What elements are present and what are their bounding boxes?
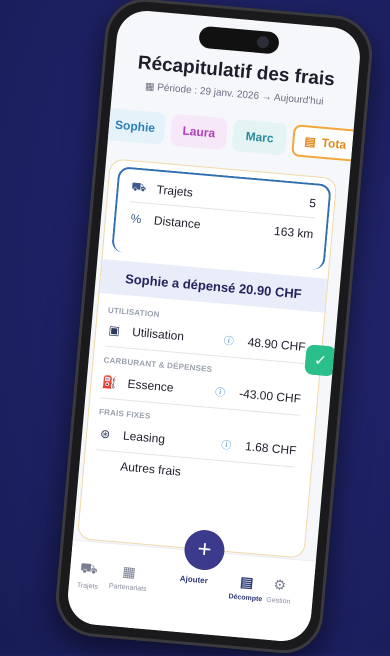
section-fuel: CARBURANT & DÉPENSES xyxy=(103,355,213,374)
distance-value: 163 km xyxy=(273,223,314,242)
summary-card: ⛟ Trajets 5 % Distance 163 km Sophie a d… xyxy=(76,158,338,559)
camera-icon xyxy=(256,35,270,49)
item-utilisation-amount: 48.90 CHF xyxy=(247,334,307,354)
item-utilisation-label: Utilisation xyxy=(131,324,185,343)
percent-icon: % xyxy=(130,211,142,227)
nav-gestion[interactable]: ⚙ Gestion xyxy=(266,576,292,606)
item-leasing-label: Leasing xyxy=(122,428,166,446)
generic-icon xyxy=(95,464,111,465)
calendar-icon: ▦ xyxy=(121,562,137,581)
header: Récapitulatif des frais ▦ Période : 29 j… xyxy=(112,50,358,110)
alert-square-icon: ▣ xyxy=(108,322,121,338)
trips-value: 5 xyxy=(308,195,317,211)
tab-marc[interactable]: Marc xyxy=(231,118,288,156)
nav-decompte[interactable]: ▤ Décompte xyxy=(228,572,264,603)
trips-row: ⛟ Trajets 5 xyxy=(130,179,317,211)
tab-sophie[interactable]: Sophie xyxy=(103,107,167,145)
tab-total[interactable]: ▤ Tota xyxy=(291,124,363,164)
check-button[interactable]: ✓ xyxy=(304,344,337,377)
info-icon[interactable]: ⓘ xyxy=(215,383,226,399)
distance-label: Distance xyxy=(153,213,202,232)
notch xyxy=(198,25,280,55)
item-autres-label: Autres frais xyxy=(119,459,182,479)
trips-label: Trajets xyxy=(156,182,194,200)
nav-partenariats-label: Partenariats xyxy=(108,582,147,594)
check-icon: ✓ xyxy=(313,351,328,370)
nav-trajets-label: Trajets xyxy=(76,582,99,591)
phone-frame: Récapitulatif des frais ▦ Période : 29 j… xyxy=(52,0,376,656)
nav-decompte-label: Décompte xyxy=(228,593,263,604)
nav-gestion-label: Gestion xyxy=(266,596,291,606)
car-icon: ⛟ xyxy=(79,559,99,577)
tab-laura[interactable]: Laura xyxy=(169,113,229,151)
steering-wheel-icon: ⊛ xyxy=(99,426,111,441)
item-essence-label: Essence xyxy=(127,376,175,395)
gear-icon: ⚙ xyxy=(272,576,287,594)
phone-screen: Récapitulatif des frais ▦ Période : 29 j… xyxy=(65,8,363,644)
receipt-icon: ▤ xyxy=(303,134,317,150)
stage: Récapitulatif des frais ▦ Période : 29 j… xyxy=(0,0,390,656)
trip-summary-box: ⛟ Trajets 5 % Distance 163 km xyxy=(111,166,332,271)
section-fixed: FRAIS FIXES xyxy=(98,407,151,421)
calculator-icon: ▤ xyxy=(239,573,255,591)
car-icon: ⛟ xyxy=(130,179,147,195)
item-autres[interactable]: Autres frais xyxy=(94,457,294,488)
item-essence-amount: -43.00 CHF xyxy=(238,385,302,406)
plus-icon: + xyxy=(196,535,213,564)
info-icon[interactable]: ⓘ xyxy=(223,332,234,348)
info-icon[interactable]: ⓘ xyxy=(221,436,232,452)
nav-trajets[interactable]: ⛟ Trajets xyxy=(77,559,101,591)
calendar-icon: ▦ xyxy=(144,81,155,93)
nav-partenariats[interactable]: ▦ Partenariats xyxy=(109,562,149,593)
fuel-pump-icon: ⛽ xyxy=(101,374,118,390)
nav-ajouter-label: Ajouter xyxy=(179,574,209,586)
item-leasing-amount: 1.68 CHF xyxy=(244,438,298,458)
section-utilisation: UTILISATION xyxy=(107,305,160,320)
tab-total-label: Tota xyxy=(321,135,347,152)
